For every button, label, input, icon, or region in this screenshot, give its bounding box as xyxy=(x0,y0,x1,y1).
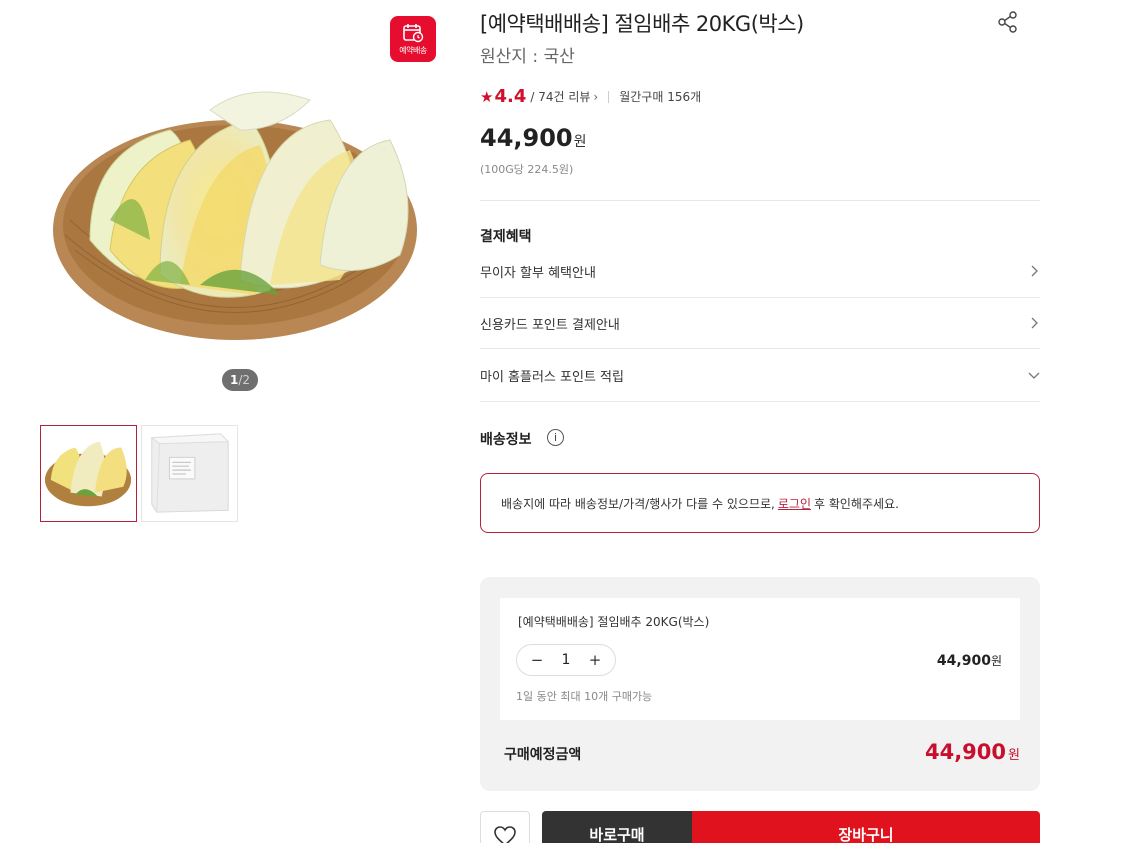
wishlist-button[interactable] xyxy=(480,811,530,843)
price-value: 44,900 xyxy=(480,124,573,152)
total-label: 구매예정금액 xyxy=(504,747,582,763)
badge-label: 예약배송 xyxy=(399,45,427,55)
image-counter-total: /2 xyxy=(238,373,251,387)
benefit-label: 마이 홈플러스 포인트 적립 xyxy=(480,369,624,385)
divider xyxy=(480,200,1040,201)
add-to-cart-button[interactable]: 장바구니 xyxy=(692,811,1040,843)
product-main-image[interactable] xyxy=(50,70,420,350)
item-price-unit: 원 xyxy=(990,654,1002,668)
benefit-installment[interactable]: 무이자 할부 혜택안내 xyxy=(480,256,1040,286)
item-price-value: 44,900 xyxy=(936,653,991,669)
product-gallery: 예약배송 1 /2 xyxy=(40,0,440,530)
total-price-value: 44,900 xyxy=(924,740,1007,764)
product-title: [예약택배배송] 절임배추 20KG(박스) xyxy=(480,12,804,36)
shipping-notice: 배송지에 따라 배송정보/가격/행사가 다를 수 있으므로, 로그인 후 확인해… xyxy=(480,473,1040,533)
notice-text-end: 후 확인해주세요. xyxy=(813,496,899,511)
selected-item-name: [예약택배배송] 절임배추 20KG(박스) xyxy=(518,615,710,629)
notice-text: 배송지에 따라 배송정보/가격/행사가 다를 수 있으므로, xyxy=(501,496,775,511)
rating-value: 4.4 xyxy=(494,86,527,107)
price-unit: 원 xyxy=(573,134,587,150)
share-icon[interactable] xyxy=(996,10,1020,34)
image-counter: 1/2 xyxy=(222,369,258,391)
chevron-right-icon[interactable]: › xyxy=(593,90,598,104)
divider xyxy=(480,401,1040,402)
star-icon: ★ xyxy=(480,87,494,106)
total-price-unit: 원 xyxy=(1008,748,1020,763)
calendar-clock-icon xyxy=(403,23,424,42)
info-icon[interactable]: i xyxy=(547,429,564,446)
cabbage-basket-thumbnail xyxy=(44,441,132,507)
login-link[interactable]: 로그인 xyxy=(778,495,811,512)
divider xyxy=(480,297,1040,298)
benefit-label: 무이자 할부 혜택안내 xyxy=(480,265,596,281)
benefit-my-homeplus-points[interactable]: 마이 홈플러스 포인트 적립 xyxy=(480,360,1040,390)
quantity-value[interactable]: 1 xyxy=(562,652,571,668)
heart-icon xyxy=(494,826,516,843)
shipping-info-title: 배송정보 xyxy=(480,432,532,448)
divider xyxy=(480,348,1040,349)
thumbnail-1[interactable] xyxy=(40,425,137,522)
quantity-stepper: − 1 + xyxy=(516,644,616,676)
increase-quantity-button[interactable]: + xyxy=(588,651,602,669)
chevron-down-icon xyxy=(1028,372,1040,379)
order-summary: [예약택배배송] 절임배추 20KG(박스) − 1 + 44,900원 1일 … xyxy=(480,577,1040,791)
monthly-purchase-count: 월간구매 156개 xyxy=(619,90,702,104)
unit-price: (100G당 224.5원) xyxy=(480,163,574,176)
total-price: 44,900 원 xyxy=(925,740,1020,764)
styrofoam-box-thumbnail xyxy=(150,433,230,513)
thumbnail-2[interactable] xyxy=(141,425,238,522)
review-count-link[interactable]: / 74건 리뷰 xyxy=(530,88,590,105)
buy-now-button[interactable]: 바로구매 xyxy=(542,811,692,843)
divider xyxy=(608,90,610,103)
payment-benefits-title: 결제혜택 xyxy=(480,229,532,245)
selected-item-price: 44,900원 xyxy=(937,652,1002,669)
chevron-right-icon xyxy=(1031,265,1038,277)
decrease-quantity-button[interactable]: − xyxy=(530,651,544,669)
benefit-label: 신용카드 포인트 결제안내 xyxy=(480,317,620,333)
rating-row: ★ 4.4 / 74건 리뷰 › 월간구매 156개 xyxy=(480,86,701,107)
benefit-card-points[interactable]: 신용카드 포인트 결제안내 xyxy=(480,308,1040,338)
origin-text: 원산지 : 국산 xyxy=(480,47,575,67)
selected-option-card: [예약택배배송] 절임배추 20KG(박스) − 1 + 44,900원 1일 … xyxy=(500,598,1020,720)
product-price: 44,900원 xyxy=(480,124,587,152)
image-counter-current: 1 xyxy=(229,373,239,387)
chevron-right-icon xyxy=(1031,317,1038,329)
reserved-delivery-badge: 예약배송 xyxy=(390,16,436,62)
purchase-limit-text: 1일 동안 최대 10개 구매가능 xyxy=(516,690,653,703)
